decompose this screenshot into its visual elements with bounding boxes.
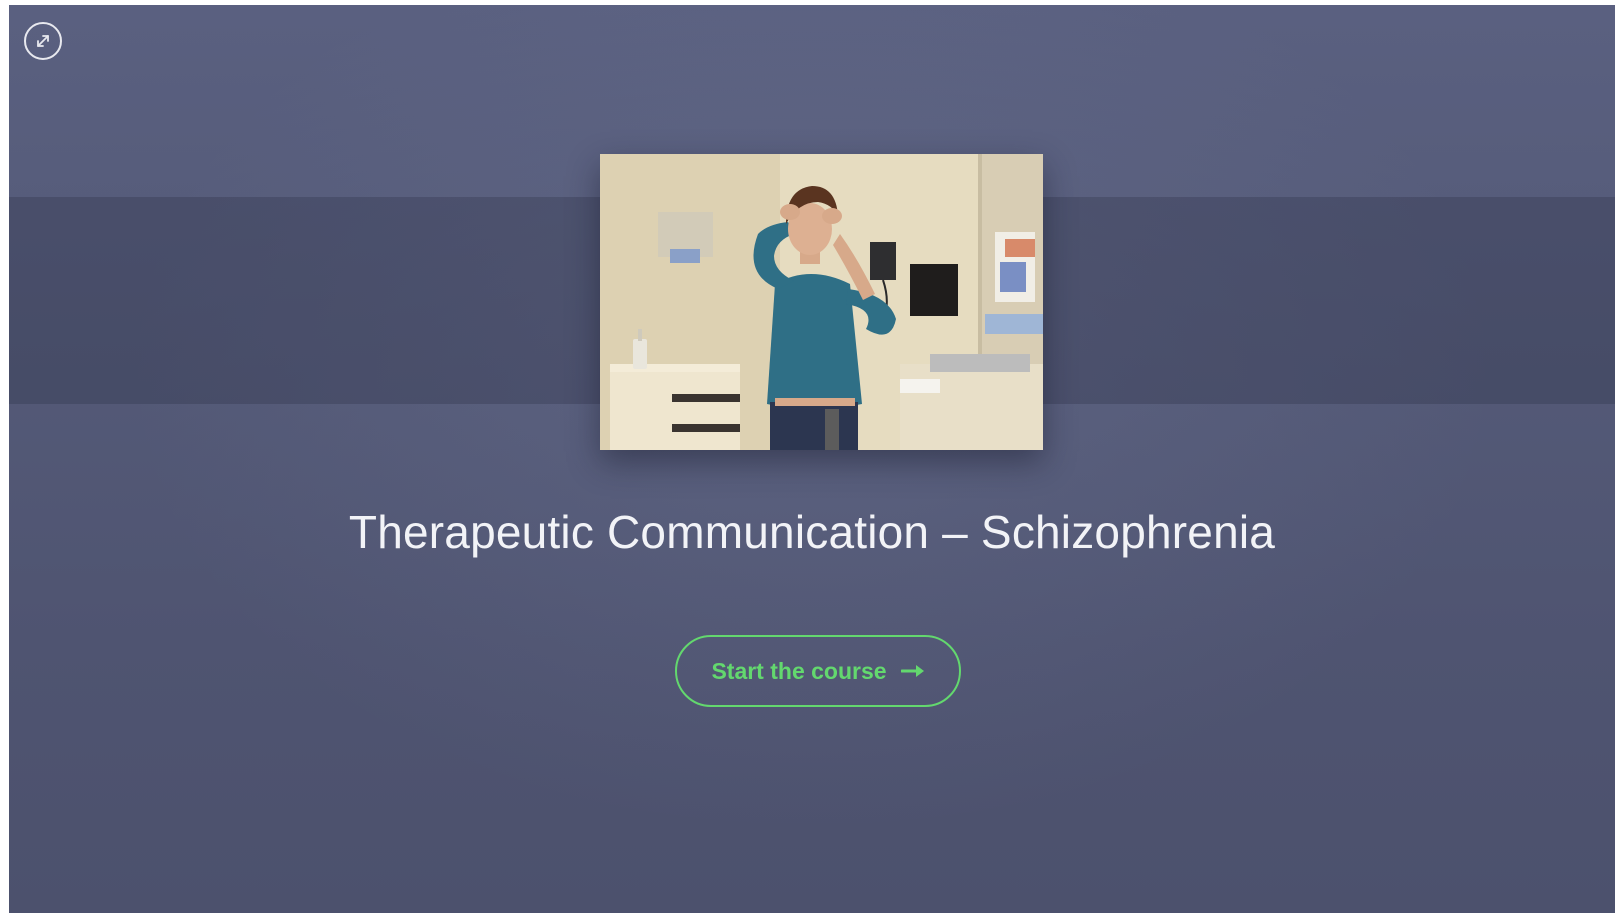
course-title: Therapeutic Communication – Schizophreni… (348, 506, 1276, 558)
course-cover-image (600, 154, 1043, 450)
fullscreen-toggle-button[interactable] (24, 22, 62, 60)
arrow-right-icon (900, 664, 925, 678)
expand-arrows-icon (33, 31, 53, 51)
start-course-button[interactable]: Start the course (675, 635, 961, 707)
course-cover-page: Therapeutic Communication – Schizophreni… (9, 5, 1615, 913)
start-course-label: Start the course (711, 657, 887, 684)
